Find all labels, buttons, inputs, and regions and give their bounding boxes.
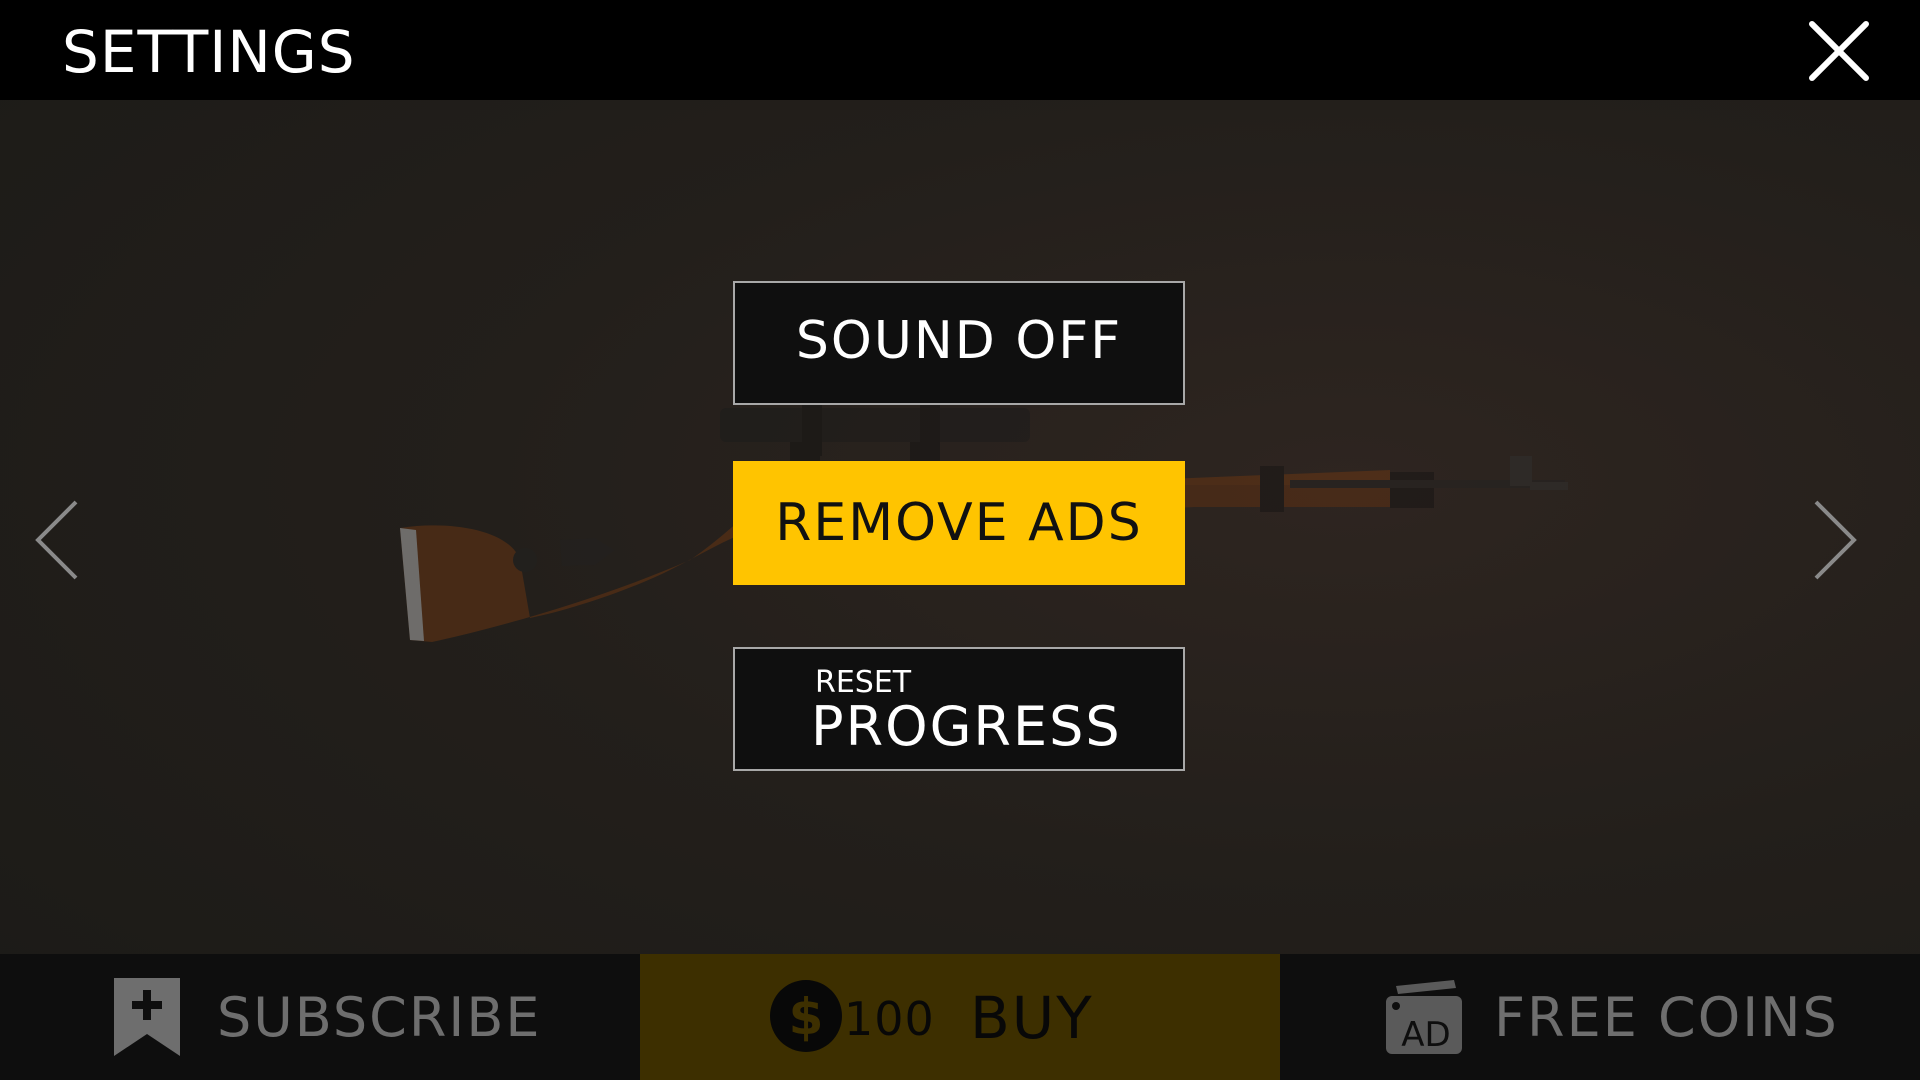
dollar-coin-icon: $ [770,980,842,1052]
reset-progress-big-label: PROGRESS [811,695,1122,758]
free-coins-label: FREE COINS [1494,986,1839,1049]
settings-screen: SETTINGS SOUND OFF REMOVE ADS RESET PROG… [0,0,1920,1080]
subscribe-button[interactable]: SUBSCRIBE [0,954,640,1080]
price-value: 100 [844,992,935,1046]
page-title: SETTINGS [62,18,356,86]
header-bar: SETTINGS [0,0,1920,100]
reset-progress-button[interactable]: RESET PROGRESS [733,647,1185,771]
chevron-right-icon[interactable] [1810,498,1860,582]
svg-text:$: $ [789,988,824,1046]
chevron-left-icon[interactable] [32,498,82,582]
svg-text:AD: AD [1401,1015,1450,1055]
buy-label: BUY [970,984,1094,1052]
remove-ads-label: REMOVE ADS [775,493,1143,553]
remove-ads-button[interactable]: REMOVE ADS [733,461,1185,585]
free-coins-button[interactable]: AD FREE COINS [1280,954,1920,1080]
sound-toggle-label: SOUND OFF [795,311,1123,371]
bottom-bar: SUBSCRIBE $ 100 BUY AD FREE COINS [0,954,1920,1080]
buy-button[interactable]: $ 100 BUY [640,954,1280,1080]
ad-video-icon: AD [1386,980,1462,1055]
sound-toggle-button[interactable]: SOUND OFF [733,281,1185,405]
bookmark-plus-icon [114,978,180,1056]
subscribe-label: SUBSCRIBE [217,986,542,1049]
close-icon[interactable] [1808,20,1870,82]
